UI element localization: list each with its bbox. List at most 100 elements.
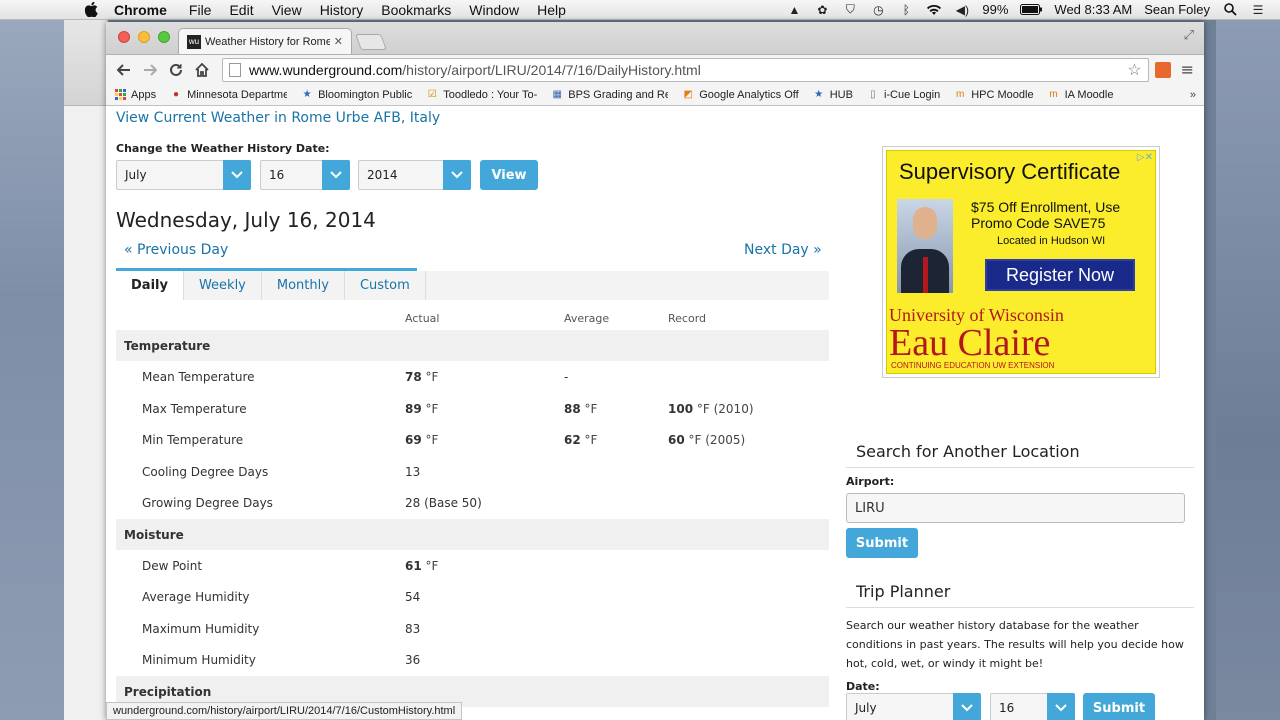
view-current-weather-link[interactable]: View Current Weather in Rome Urbe AFB, I… [116,110,440,126]
bookmark-minnesota[interactable]: ● Minnesota Departme [170,89,287,101]
close-window-button[interactable] [118,31,130,43]
ad-photo-person [897,199,953,293]
menu-view[interactable]: View [272,2,302,18]
fullscreen-icon[interactable]: ⤢ [1184,28,1194,43]
row-label: Maximum Humidity [142,621,260,636]
apple-menu-icon[interactable] [82,1,100,19]
bookmark-label: Bloomington Public [318,88,413,101]
day-select[interactable]: 16 [260,160,350,190]
menu-help[interactable]: Help [537,2,566,18]
menu-edit[interactable]: Edit [229,2,253,18]
airport-submit-button[interactable]: Submit [846,528,918,558]
actual-cell: 28 (Base 50) [405,496,482,510]
chevron-down-icon[interactable] [953,693,981,720]
average-cell: 88 °F [564,402,597,416]
page-icon: ▯ [870,89,876,100]
menu-window[interactable]: Window [469,2,519,18]
next-day-link[interactable]: Next Day » [744,242,822,258]
actual-cell: 89 °F [405,402,438,416]
address-bar[interactable]: www.wunderground.com /history/airport/LI… [222,57,1149,82]
bookmark-apps[interactable]: Apps [114,89,156,101]
bookmark-ia-moodle[interactable]: m IA Moodle [1048,89,1113,101]
ad-register-button[interactable]: Register Now [985,259,1135,291]
notification-center-icon[interactable]: ☰ [1250,3,1266,17]
menu-clock[interactable]: Wed 8:33 AM [1054,2,1132,17]
sync-icon[interactable]: ✿ [814,3,830,17]
extension-icon[interactable] [1154,61,1171,78]
bluetooth-icon[interactable]: ᛒ [898,3,914,17]
ad-choices-close-icon[interactable]: ▷✕ [1137,152,1153,163]
tab-weekly[interactable]: Weekly [184,271,262,300]
table-row: Mean Temperature 78 °F - [116,361,829,393]
bookmark-star-icon[interactable]: ☆ [1127,60,1141,80]
bookmark-hpc-moodle[interactable]: m HPC Moodle [954,89,1034,101]
zoom-window-button[interactable] [158,31,170,43]
average-cell: - [564,370,569,384]
trip-month-select[interactable]: July [846,693,981,720]
row-label: Cooling Degree Days [142,464,269,479]
menu-bookmarks[interactable]: Bookmarks [381,2,451,18]
section-moisture: Moisture [116,518,829,550]
browser-tab-weather[interactable]: wu Weather History for Rome ✕ [178,28,352,54]
airport-input[interactable] [846,493,1185,523]
trip-day-select[interactable]: 16 [990,693,1075,720]
menu-user[interactable]: Sean Foley [1144,2,1210,17]
chevron-down-icon[interactable] [1047,693,1075,720]
menu-app-chrome[interactable]: Chrome [114,2,167,18]
actual-cell: 13 [405,464,421,479]
bookmark-label: BPS Grading and Rep [568,88,669,101]
bookmark-label: Minnesota Departme [187,88,288,101]
bookmark-bloomington[interactable]: ★ Bloomington Public [301,88,413,101]
battery-icon[interactable] [1020,3,1043,17]
trip-submit-button[interactable]: Submit [1083,693,1155,720]
tab-custom[interactable]: Custom [345,271,426,300]
ad-university-line2: Eau Claire [889,322,1051,364]
menu-history[interactable]: History [320,2,364,18]
actual-cell: 36 [405,653,421,667]
chrome-menu-icon[interactable]: ≡ [1181,60,1194,79]
month-value: July [125,168,147,182]
tab-daily[interactable]: Daily [116,271,184,300]
new-tab-button[interactable] [355,34,387,50]
bookmark-icue[interactable]: ▯ i-Cue Login [867,89,940,101]
tab-close-icon[interactable]: ✕ [334,35,343,48]
star-icon: ★ [302,89,312,100]
row-label: Average Humidity [142,590,250,604]
bookmark-hub[interactable]: ★ HUB [813,89,853,101]
chevron-down-icon[interactable] [223,160,251,190]
checkbox-icon: ☑ [427,89,437,100]
actual-value: 78 [405,370,422,384]
menu-file[interactable]: File [189,2,212,18]
background-window[interactable] [64,20,108,720]
chevron-down-icon[interactable] [443,160,471,190]
bookmarks-overflow-icon[interactable]: » [1190,89,1196,101]
previous-day-link[interactable]: « Previous Day [124,242,228,258]
wifi-icon[interactable] [926,3,942,17]
bookmark-toodledo[interactable]: ☑ Toodledo : Your To- [426,89,537,101]
view-button[interactable]: View [480,160,538,190]
forward-icon[interactable] [138,58,162,82]
tabs-border-mask [417,268,829,271]
bookmark-label: HUB [829,88,853,101]
tab-monthly[interactable]: Monthly [262,271,345,300]
home-icon[interactable] [190,58,214,82]
reload-icon[interactable] [164,58,188,82]
record-value: 100 [668,401,694,416]
advertisement-banner[interactable]: ▷✕ Supervisory Certificate $75 Off Enrol… [886,150,1156,374]
actual-cell: 69 °F [405,433,438,447]
day-value: 16 [269,168,285,182]
chevron-down-icon[interactable] [322,160,350,190]
back-icon[interactable] [112,58,136,82]
minimize-window-button[interactable] [138,31,150,43]
url-host: www.wunderground.com [249,61,403,78]
volume-icon[interactable]: ◀) [954,3,970,17]
trip-planner-description: Search our weather history database for … [846,619,1184,670]
bookmark-google-analytics[interactable]: ◩ Google Analytics Off [682,89,799,101]
google-drive-icon[interactable]: ▲ [786,3,802,17]
bookmark-bps-grading[interactable]: ▦ BPS Grading and Rep [551,88,669,101]
month-select[interactable]: July [116,160,251,190]
year-select[interactable]: 2014 [358,160,471,190]
spotlight-search-icon[interactable] [1222,3,1238,17]
shield-icon[interactable]: ⛉ [842,2,858,17]
time-machine-icon[interactable]: ◷ [870,3,886,17]
